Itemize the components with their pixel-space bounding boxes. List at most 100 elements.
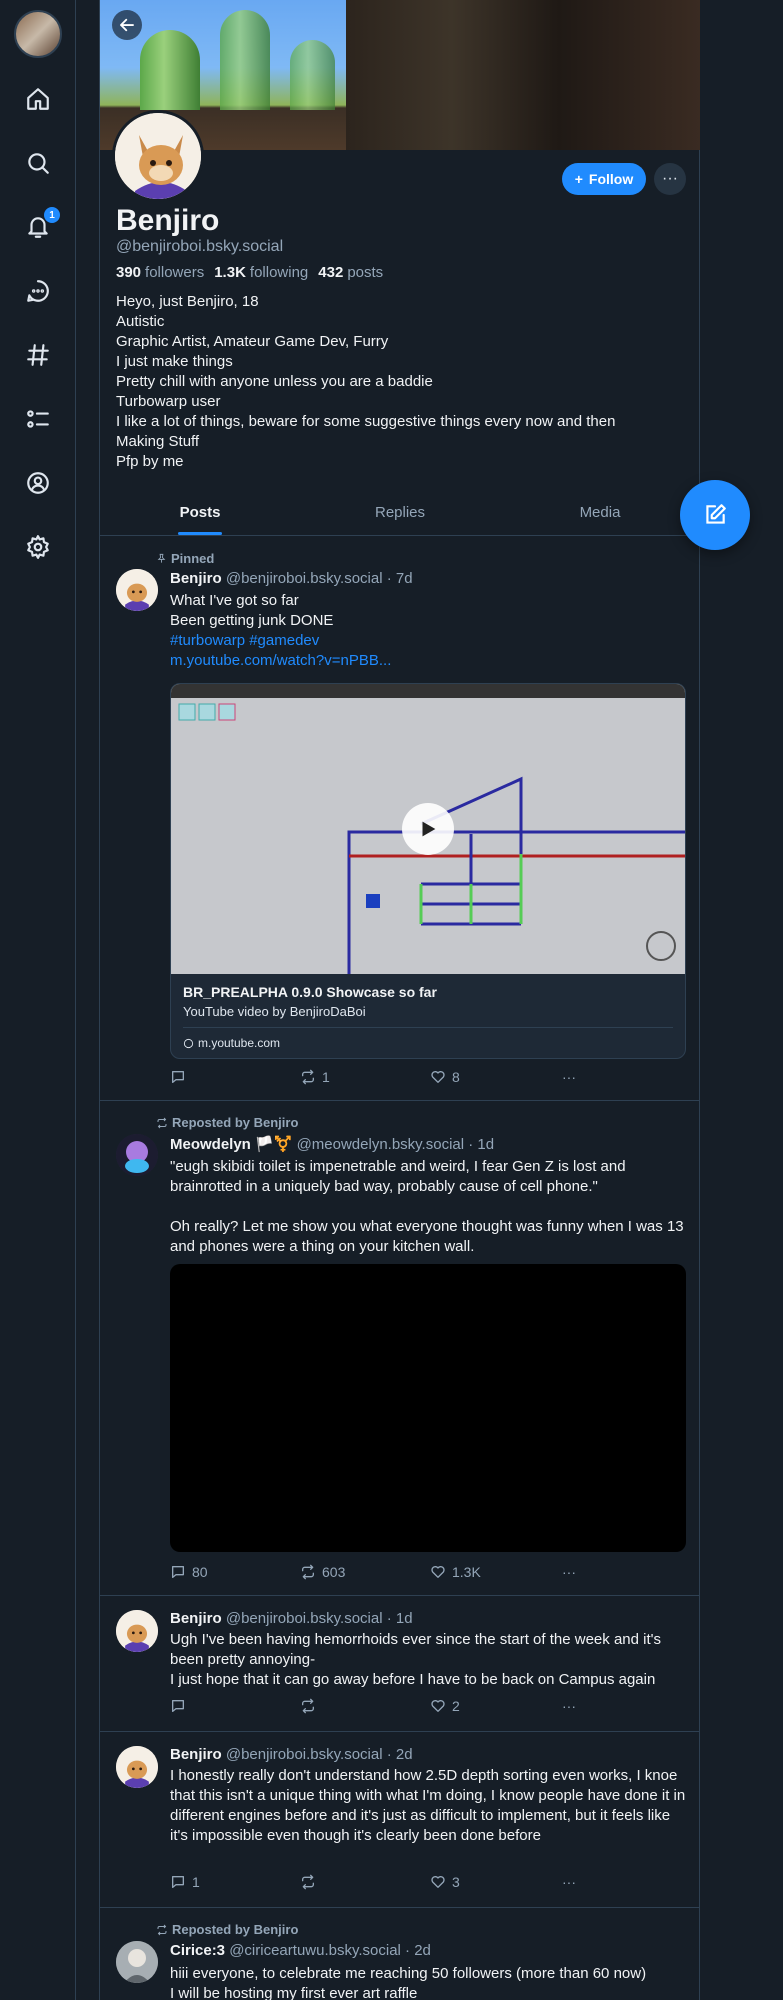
search-icon[interactable]: [22, 147, 54, 179]
author-handle[interactable]: @meowdelyn.bsky.social: [297, 1136, 465, 1153]
post-text: hiii everyone, to celebrate me reaching …: [170, 1965, 647, 2000]
post-time[interactable]: · 1d: [387, 1610, 413, 1627]
repost-button[interactable]: 1: [300, 1069, 330, 1085]
reply-icon: [172, 1700, 184, 1712]
author-name[interactable]: Meowdelyn: [170, 1136, 251, 1153]
post-actions: 80 603 1.3K ···: [170, 1564, 590, 1584]
feed-post[interactable]: Pinned Benjiro @benjiroboi.bsky.social ·…: [100, 537, 700, 1101]
post-more-button[interactable]: ···: [562, 1874, 576, 1890]
video-player[interactable]: [170, 1264, 686, 1552]
back-button[interactable]: [112, 10, 142, 40]
author-avatar[interactable]: [116, 569, 158, 611]
repost-button[interactable]: [300, 1698, 322, 1714]
post-text: I honestly really don't understand how 2…: [170, 1767, 686, 1844]
profile-icon[interactable]: [22, 467, 54, 499]
author-name[interactable]: Benjiro: [170, 1610, 222, 1627]
feed-post[interactable]: Benjiro @benjiroboi.bsky.social · 2d I h…: [100, 1732, 700, 1908]
tab-media[interactable]: Media: [500, 492, 700, 535]
ellipsis-icon: ···: [562, 1069, 576, 1085]
post-more-button[interactable]: ···: [562, 1698, 576, 1714]
author-avatar[interactable]: [116, 1941, 158, 1983]
author-handle[interactable]: @benjiroboi.bsky.social: [226, 1746, 383, 1763]
repost-button[interactable]: 603: [300, 1564, 345, 1580]
author-avatar[interactable]: [116, 1746, 158, 1788]
post-header: Benjiro @benjiroboi.bsky.social · 1d: [170, 1610, 413, 1627]
ellipsis-icon: ···: [662, 170, 678, 187]
display-name: Benjiro: [116, 204, 220, 237]
youtube-link[interactable]: m.youtube.com/watch?v=nPBB...: [170, 651, 690, 671]
repost-button[interactable]: [300, 1874, 322, 1890]
tab-replies[interactable]: Replies: [300, 492, 500, 535]
gear-icon[interactable]: [22, 531, 54, 563]
banner-image-right: [346, 0, 700, 150]
tab-posts[interactable]: Posts: [100, 492, 300, 535]
ellipsis-icon: ···: [562, 1564, 576, 1580]
author-handle[interactable]: @benjiroboi.bsky.social: [226, 570, 383, 587]
meowdelyn-avatar-icon: [116, 1134, 158, 1176]
heart-icon: [431, 1566, 445, 1578]
feed-post[interactable]: Reposted by Benjiro Cirice:3 @ciriceartu…: [100, 1908, 700, 2000]
chat-icon[interactable]: [22, 275, 54, 307]
author-avatar[interactable]: [116, 1610, 158, 1652]
post-time[interactable]: · 7d: [387, 570, 413, 587]
feed-post[interactable]: Benjiro @benjiroboi.bsky.social · 1d Ugh…: [100, 1596, 700, 1732]
author-name[interactable]: Benjiro: [170, 1746, 222, 1763]
post-time[interactable]: · 1d: [468, 1136, 494, 1153]
author-handle[interactable]: @ciriceartuwu.bsky.social: [229, 1942, 401, 1959]
post-more-button[interactable]: ···: [562, 1069, 576, 1085]
profile-avatar[interactable]: [112, 110, 204, 202]
bell-icon[interactable]: 1: [22, 207, 60, 243]
reply-icon: [172, 1071, 184, 1083]
pinned-indicator: Pinned: [156, 551, 214, 566]
embed-domain: m.youtube.com: [171, 1028, 685, 1058]
bio-line: Making Stuff: [116, 433, 200, 450]
post-header: Benjiro @benjiroboi.bsky.social · 2d: [170, 1746, 413, 1763]
following-stat[interactable]: 1.3K following: [214, 264, 308, 281]
bio-line: Autistic: [116, 313, 165, 330]
bio-line: Heyo, just Benjiro, 18: [116, 293, 259, 310]
repost-indicator: Reposted by Benjiro: [156, 1115, 298, 1130]
author-handle[interactable]: @benjiroboi.bsky.social: [226, 1610, 383, 1627]
reply-button[interactable]: 1: [170, 1874, 200, 1890]
my-avatar[interactable]: [14, 10, 62, 58]
profile-stats: 390 followers 1.3K following 432 posts: [116, 264, 383, 281]
like-button[interactable]: 3: [430, 1874, 460, 1890]
fox-avatar-icon: [115, 113, 201, 199]
link-embed-card[interactable]: BR_PREALPHA 0.9.0 Showcase so far YouTub…: [170, 683, 686, 1059]
hashtag-links[interactable]: #turbowarp #gamedev: [170, 631, 690, 651]
like-button[interactable]: 2: [430, 1698, 460, 1714]
compose-button[interactable]: [680, 480, 750, 550]
repost-icon: [302, 1564, 314, 1580]
bio-line: I just make things: [116, 353, 233, 370]
heart-icon: [431, 1071, 445, 1083]
feed-post[interactable]: Reposted by Benjiro Meowdelyn 🏳️⚧️ @meow…: [100, 1101, 700, 1596]
embed-title: BR_PREALPHA 0.9.0 Showcase so far: [183, 984, 437, 1000]
hashtag-icon[interactable]: [22, 339, 54, 371]
author-name[interactable]: Benjiro: [170, 570, 222, 587]
bio-line: I like a lot of things, beware for some …: [116, 413, 616, 430]
play-button[interactable]: [402, 803, 454, 855]
profile-tabs: Posts Replies Media: [100, 492, 700, 536]
post-text: What I've got so far Been getting junk D…: [170, 591, 690, 671]
author-name[interactable]: Cirice:3: [170, 1942, 225, 1959]
post-time[interactable]: · 2d: [387, 1746, 413, 1763]
followers-stat[interactable]: 390 followers: [116, 264, 204, 281]
repost-icon: [302, 1698, 314, 1714]
more-options-button[interactable]: ···: [654, 163, 686, 195]
reply-button[interactable]: [170, 1698, 192, 1714]
author-avatar[interactable]: [116, 1134, 158, 1176]
home-icon[interactable]: [22, 83, 54, 115]
like-button[interactable]: 8: [430, 1069, 460, 1085]
embed-description: YouTube video by BenjiroDaBoi: [183, 1002, 673, 1028]
follow-button[interactable]: + Follow: [562, 163, 646, 195]
list-icon[interactable]: [22, 403, 54, 435]
follow-label: Follow: [588, 171, 634, 187]
repost-indicator: Reposted by Benjiro: [156, 1922, 298, 1937]
post-time[interactable]: · 2d: [405, 1942, 431, 1959]
post-more-button[interactable]: ···: [562, 1564, 576, 1580]
reply-button[interactable]: [170, 1069, 192, 1085]
reply-button[interactable]: 80: [170, 1564, 208, 1580]
repost-icon: [157, 1117, 167, 1128]
post-header: Cirice:3 @ciriceartuwu.bsky.social · 2d: [170, 1942, 431, 1959]
like-button[interactable]: 1.3K: [430, 1564, 481, 1580]
